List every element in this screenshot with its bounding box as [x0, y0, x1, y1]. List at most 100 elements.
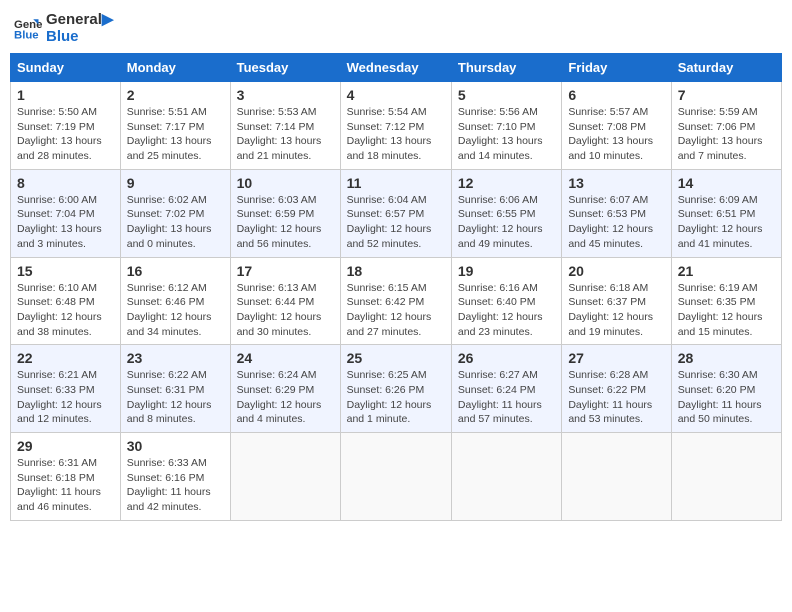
day-number: 15: [17, 263, 114, 279]
day-number: 3: [237, 87, 334, 103]
weekday-header-thursday: Thursday: [451, 54, 561, 82]
calendar-cell: 24 Sunrise: 6:24 AM Sunset: 6:29 PM Dayli…: [230, 345, 340, 433]
day-info: Sunrise: 5:54 AM Sunset: 7:12 PM Dayligh…: [347, 105, 445, 164]
day-info: Sunrise: 6:27 AM Sunset: 6:24 PM Dayligh…: [458, 368, 555, 427]
day-info: Sunrise: 5:57 AM Sunset: 7:08 PM Dayligh…: [568, 105, 664, 164]
calendar-cell: 1Sunrise: 5:50 AM Sunset: 7:19 PM Daylig…: [11, 82, 121, 170]
calendar-cell: 8Sunrise: 6:00 AM Sunset: 7:04 PM Daylig…: [11, 169, 121, 257]
weekday-header-tuesday: Tuesday: [230, 54, 340, 82]
calendar-cell: 26 Sunrise: 6:27 AM Sunset: 6:24 PM Dayli…: [451, 345, 561, 433]
day-info: Sunrise: 6:13 AM Sunset: 6:44 PM Dayligh…: [237, 281, 334, 340]
calendar-cell: 4 Sunrise: 5:54 AM Sunset: 7:12 PM Daylig…: [340, 82, 451, 170]
day-number: 4: [347, 87, 445, 103]
day-info: Sunrise: 6:12 AM Sunset: 6:46 PM Dayligh…: [127, 281, 224, 340]
day-info: Sunrise: 5:56 AM Sunset: 7:10 PM Dayligh…: [458, 105, 555, 164]
svg-text:Blue: Blue: [14, 29, 39, 41]
day-number: 8: [17, 175, 114, 191]
weekday-header-wednesday: Wednesday: [340, 54, 451, 82]
day-number: 12: [458, 175, 555, 191]
day-number: 23: [127, 350, 224, 366]
day-info: Sunrise: 6:03 AM Sunset: 6:59 PM Dayligh…: [237, 193, 334, 252]
day-number: 16: [127, 263, 224, 279]
week-row-5: 29 Sunrise: 6:31 AM Sunset: 6:18 PM Dayli…: [11, 433, 782, 521]
day-info: Sunrise: 6:07 AM Sunset: 6:53 PM Dayligh…: [568, 193, 664, 252]
logo-text: General▶: [46, 10, 113, 28]
day-number: 6: [568, 87, 664, 103]
day-info: Sunrise: 6:16 AM Sunset: 6:40 PM Dayligh…: [458, 281, 555, 340]
day-number: 14: [678, 175, 775, 191]
day-number: 26: [458, 350, 555, 366]
calendar-cell: 27 Sunrise: 6:28 AM Sunset: 6:22 PM Dayli…: [562, 345, 671, 433]
calendar-cell: 28 Sunrise: 6:30 AM Sunset: 6:20 PM Dayli…: [671, 345, 781, 433]
calendar-cell: [671, 433, 781, 521]
calendar-cell: 20 Sunrise: 6:18 AM Sunset: 6:37 PM Dayli…: [562, 257, 671, 345]
calendar-cell: [230, 433, 340, 521]
calendar-cell: 18 Sunrise: 6:15 AM Sunset: 6:42 PM Dayli…: [340, 257, 451, 345]
day-info: Sunrise: 6:24 AM Sunset: 6:29 PM Dayligh…: [237, 368, 334, 427]
calendar-cell: 23Sunrise: 6:22 AM Sunset: 6:31 PM Dayli…: [120, 345, 230, 433]
day-number: 22: [17, 350, 114, 366]
day-number: 9: [127, 175, 224, 191]
day-info: Sunrise: 5:59 AM Sunset: 7:06 PM Dayligh…: [678, 105, 775, 164]
day-info: Sunrise: 5:53 AM Sunset: 7:14 PM Dayligh…: [237, 105, 334, 164]
calendar-cell: 19Sunrise: 6:16 AM Sunset: 6:40 PM Dayli…: [451, 257, 561, 345]
day-number: 25: [347, 350, 445, 366]
calendar-cell: 25 Sunrise: 6:25 AM Sunset: 6:26 PM Dayli…: [340, 345, 451, 433]
day-number: 29: [17, 438, 114, 454]
logo: General Blue General▶ Blue: [14, 10, 113, 45]
calendar-cell: 11 Sunrise: 6:04 AM Sunset: 6:57 PM Dayli…: [340, 169, 451, 257]
week-row-4: 22 Sunrise: 6:21 AM Sunset: 6:33 PM Dayli…: [11, 345, 782, 433]
calendar-cell: 22 Sunrise: 6:21 AM Sunset: 6:33 PM Dayli…: [11, 345, 121, 433]
day-info: Sunrise: 6:28 AM Sunset: 6:22 PM Dayligh…: [568, 368, 664, 427]
day-number: 20: [568, 263, 664, 279]
day-number: 24: [237, 350, 334, 366]
calendar-cell: 13Sunrise: 6:07 AM Sunset: 6:53 PM Dayli…: [562, 169, 671, 257]
calendar-cell: 2 Sunrise: 5:51 AM Sunset: 7:17 PM Daylig…: [120, 82, 230, 170]
day-info: Sunrise: 5:51 AM Sunset: 7:17 PM Dayligh…: [127, 105, 224, 164]
day-info: Sunrise: 6:15 AM Sunset: 6:42 PM Dayligh…: [347, 281, 445, 340]
day-info: Sunrise: 6:10 AM Sunset: 6:48 PM Dayligh…: [17, 281, 114, 340]
day-number: 18: [347, 263, 445, 279]
day-number: 7: [678, 87, 775, 103]
day-number: 30: [127, 438, 224, 454]
calendar-cell: 3 Sunrise: 5:53 AM Sunset: 7:14 PM Daylig…: [230, 82, 340, 170]
calendar-cell: 30 Sunrise: 6:33 AM Sunset: 6:16 PM Dayli…: [120, 433, 230, 521]
calendar-cell: 9 Sunrise: 6:02 AM Sunset: 7:02 PM Daylig…: [120, 169, 230, 257]
calendar-cell: 21 Sunrise: 6:19 AM Sunset: 6:35 PM Dayli…: [671, 257, 781, 345]
day-info: Sunrise: 6:02 AM Sunset: 7:02 PM Dayligh…: [127, 193, 224, 252]
calendar-cell: [340, 433, 451, 521]
logo-text2: Blue: [46, 28, 113, 45]
day-info: Sunrise: 6:21 AM Sunset: 6:33 PM Dayligh…: [17, 368, 114, 427]
day-info: Sunrise: 6:19 AM Sunset: 6:35 PM Dayligh…: [678, 281, 775, 340]
calendar-cell: [451, 433, 561, 521]
logo-icon: General Blue: [14, 14, 42, 42]
calendar-cell: 17Sunrise: 6:13 AM Sunset: 6:44 PM Dayli…: [230, 257, 340, 345]
calendar-cell: 5 Sunrise: 5:56 AM Sunset: 7:10 PM Daylig…: [451, 82, 561, 170]
day-number: 27: [568, 350, 664, 366]
weekday-header-row: SundayMondayTuesdayWednesdayThursdayFrid…: [11, 54, 782, 82]
day-number: 5: [458, 87, 555, 103]
weekday-header-friday: Friday: [562, 54, 671, 82]
day-info: Sunrise: 6:06 AM Sunset: 6:55 PM Dayligh…: [458, 193, 555, 252]
weekday-header-sunday: Sunday: [11, 54, 121, 82]
day-info: Sunrise: 6:25 AM Sunset: 6:26 PM Dayligh…: [347, 368, 445, 427]
day-info: Sunrise: 6:18 AM Sunset: 6:37 PM Dayligh…: [568, 281, 664, 340]
day-info: Sunrise: 6:33 AM Sunset: 6:16 PM Dayligh…: [127, 456, 224, 515]
week-row-3: 15 Sunrise: 6:10 AM Sunset: 6:48 PM Dayli…: [11, 257, 782, 345]
calendar-cell: 10 Sunrise: 6:03 AM Sunset: 6:59 PM Dayli…: [230, 169, 340, 257]
day-number: 1: [17, 87, 114, 103]
day-number: 21: [678, 263, 775, 279]
calendar-cell: 6 Sunrise: 5:57 AM Sunset: 7:08 PM Daylig…: [562, 82, 671, 170]
calendar-cell: 29 Sunrise: 6:31 AM Sunset: 6:18 PM Dayli…: [11, 433, 121, 521]
day-info: Sunrise: 6:04 AM Sunset: 6:57 PM Dayligh…: [347, 193, 445, 252]
day-number: 11: [347, 175, 445, 191]
weekday-header-saturday: Saturday: [671, 54, 781, 82]
calendar-cell: 7 Sunrise: 5:59 AM Sunset: 7:06 PM Daylig…: [671, 82, 781, 170]
day-number: 2: [127, 87, 224, 103]
day-info: Sunrise: 6:30 AM Sunset: 6:20 PM Dayligh…: [678, 368, 775, 427]
day-info: Sunrise: 6:31 AM Sunset: 6:18 PM Dayligh…: [17, 456, 114, 515]
day-number: 28: [678, 350, 775, 366]
calendar-cell: 14 Sunrise: 6:09 AM Sunset: 6:51 PM Dayli…: [671, 169, 781, 257]
day-info: Sunrise: 6:09 AM Sunset: 6:51 PM Dayligh…: [678, 193, 775, 252]
day-number: 10: [237, 175, 334, 191]
